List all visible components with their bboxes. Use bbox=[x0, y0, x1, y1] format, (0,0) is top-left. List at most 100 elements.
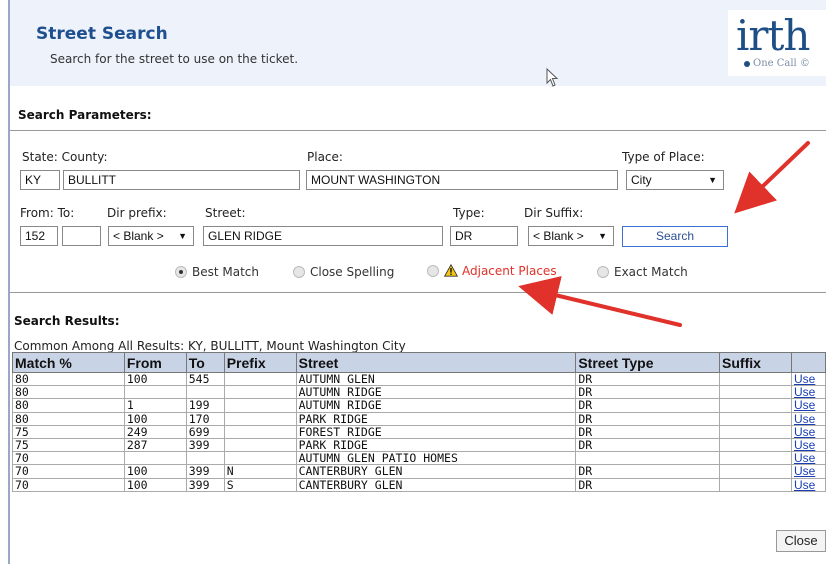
cell-prefix bbox=[223, 411, 297, 426]
type-of-place-select[interactable]: City ▼ bbox=[626, 170, 724, 190]
use-link[interactable]: Use bbox=[790, 411, 826, 426]
dir-suffix-label: Dir Suffix: bbox=[524, 206, 584, 220]
divider bbox=[10, 292, 826, 293]
cell-match: 75 bbox=[12, 424, 125, 439]
radio-selected-icon bbox=[175, 266, 187, 278]
cell-suffix bbox=[719, 424, 792, 439]
cell-street-type: DR bbox=[575, 371, 721, 387]
type-label: Type: bbox=[453, 206, 485, 220]
cell-match: 80 bbox=[12, 371, 125, 387]
col-to: To bbox=[185, 352, 225, 373]
col-action bbox=[790, 352, 826, 373]
cell-suffix bbox=[719, 371, 792, 387]
radio-unselected-icon bbox=[293, 266, 305, 278]
cell-from: 249 bbox=[123, 424, 187, 439]
results-header-row: Match % From To Prefix Street Street Typ… bbox=[12, 352, 826, 373]
use-link[interactable]: Use bbox=[790, 464, 826, 479]
cell-to: 699 bbox=[185, 424, 225, 439]
street-type-input[interactable]: DR bbox=[450, 226, 518, 246]
col-suffix: Suffix bbox=[719, 352, 792, 373]
table-row: 70 AUTUMN GLEN PATIO HOMES Use bbox=[12, 451, 826, 466]
cell-match: 70 bbox=[12, 477, 125, 492]
chevron-down-icon: ▼ bbox=[178, 231, 187, 241]
table-row: 80 100 545 AUTUMN GLEN DR Use bbox=[12, 371, 826, 387]
warning-icon bbox=[444, 264, 458, 277]
use-link[interactable]: Use bbox=[790, 385, 826, 400]
from-input[interactable]: 152 bbox=[20, 226, 58, 246]
use-link[interactable]: Use bbox=[790, 437, 826, 453]
dir-prefix-select[interactable]: < Blank > ▼ bbox=[108, 226, 194, 246]
chevron-down-icon: ▼ bbox=[708, 175, 717, 185]
cell-street-type: DR bbox=[575, 477, 721, 492]
cell-prefix bbox=[223, 371, 297, 387]
cell-to: 170 bbox=[185, 411, 225, 426]
cell-street-type bbox=[575, 451, 721, 466]
cell-street: AUTUMN RIDGE bbox=[295, 398, 577, 413]
cell-street: CANTERBURY GLEN bbox=[295, 477, 577, 492]
state-input[interactable]: KY bbox=[20, 170, 60, 190]
dir-prefix-label: Dir prefix: bbox=[107, 206, 167, 220]
use-link[interactable]: Use bbox=[790, 371, 826, 387]
cell-from: 1 bbox=[123, 398, 187, 413]
cell-to: 399 bbox=[185, 437, 225, 453]
cell-street-type: DR bbox=[575, 424, 721, 439]
type-of-place-value: City bbox=[631, 173, 652, 187]
col-street: Street bbox=[295, 352, 577, 373]
close-button[interactable]: Close bbox=[776, 530, 826, 552]
logo-dot-icon bbox=[744, 60, 750, 67]
logo-wordmark: irth bbox=[736, 11, 810, 60]
cell-street-type: DR bbox=[575, 398, 721, 413]
cell-from bbox=[123, 451, 187, 466]
logo-tagline-text: One Call © bbox=[753, 58, 810, 69]
chevron-down-icon: ▼ bbox=[598, 231, 607, 241]
cell-suffix bbox=[719, 385, 792, 400]
radio-close-spelling-label: Close Spelling bbox=[310, 265, 395, 279]
irth-logo: irth One Call © bbox=[728, 10, 826, 76]
cell-street-type: DR bbox=[575, 385, 721, 400]
table-row: 80 1 199 AUTUMN RIDGE DR Use bbox=[12, 398, 826, 413]
table-row: 75 287 399 PARK RIDGE DR Use bbox=[12, 437, 826, 453]
cell-match: 80 bbox=[12, 398, 125, 413]
use-link[interactable]: Use bbox=[790, 477, 826, 492]
radio-exact-match[interactable]: Exact Match bbox=[597, 265, 688, 279]
cell-suffix bbox=[719, 451, 792, 466]
county-input[interactable]: BULLITT bbox=[63, 170, 300, 190]
table-row: 75 249 699 FOREST RIDGE DR Use bbox=[12, 424, 826, 439]
cell-to: 545 bbox=[185, 371, 225, 387]
cell-to: 399 bbox=[185, 477, 225, 492]
cell-street-type: DR bbox=[575, 411, 721, 426]
cell-suffix bbox=[719, 411, 792, 426]
cell-prefix bbox=[223, 398, 297, 413]
logo-tagline: One Call © bbox=[744, 58, 810, 69]
cell-suffix bbox=[719, 464, 792, 479]
search-button[interactable]: Search bbox=[622, 226, 728, 247]
street-input[interactable]: GLEN RIDGE bbox=[203, 226, 443, 246]
radio-adjacent-places[interactable]: Adjacent Places bbox=[427, 264, 557, 278]
radio-unselected-icon bbox=[597, 266, 609, 278]
cell-prefix bbox=[223, 437, 297, 453]
radio-best-match[interactable]: Best Match bbox=[175, 265, 259, 279]
cell-from bbox=[123, 385, 187, 400]
radio-close-spelling[interactable]: Close Spelling bbox=[293, 265, 394, 279]
col-street-type: Street Type bbox=[575, 352, 721, 373]
street-label: Street: bbox=[205, 206, 246, 220]
cell-suffix bbox=[719, 398, 792, 413]
place-input[interactable]: MOUNT WASHINGTON bbox=[306, 170, 618, 190]
cell-prefix bbox=[223, 424, 297, 439]
dir-suffix-select[interactable]: < Blank > ▼ bbox=[528, 226, 614, 246]
cell-street-type: DR bbox=[575, 464, 721, 479]
use-link[interactable]: Use bbox=[790, 424, 826, 439]
cell-prefix bbox=[223, 385, 297, 400]
cell-street-type: DR bbox=[575, 437, 721, 453]
col-from: From bbox=[123, 352, 187, 373]
to-input[interactable] bbox=[62, 226, 101, 246]
cell-from: 287 bbox=[123, 437, 187, 453]
cell-street: FOREST RIDGE bbox=[295, 424, 577, 439]
table-row: 70 100 399 N CANTERBURY GLEN DR Use bbox=[12, 464, 826, 479]
cell-street: AUTUMN RIDGE bbox=[295, 385, 577, 400]
table-row: 70 100 399 S CANTERBURY GLEN DR Use bbox=[12, 477, 826, 492]
use-link[interactable]: Use bbox=[790, 451, 826, 466]
type-of-place-label: Type of Place: bbox=[622, 150, 705, 164]
col-prefix: Prefix bbox=[223, 352, 297, 373]
use-link[interactable]: Use bbox=[790, 398, 826, 413]
